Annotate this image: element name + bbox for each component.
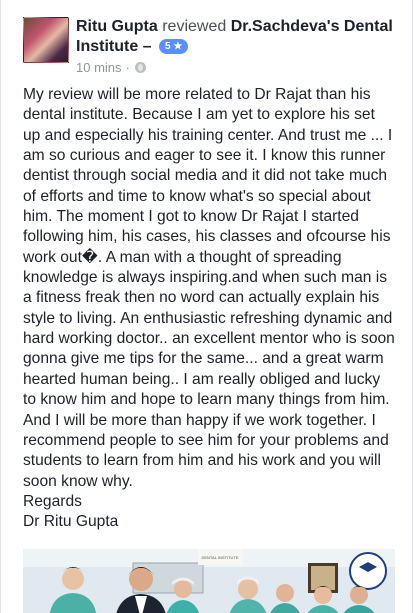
meta-separator: · [125,60,130,75]
photo-image: DENTAL INSTITUTE [23,549,395,613]
sign-text: DENTAL INSTITUTE [201,555,238,560]
author-avatar[interactable] [23,17,69,63]
post-meta: 10 mins · [76,60,146,75]
review-body: My review will be more related to Dr Raj… [23,85,395,533]
post-header: Ritu Gupta reviewed Dr.Sachdeva's Dental… [76,17,396,57]
rating-badge: 5 ★ [159,39,189,54]
review-post: Ritu Gupta reviewed Dr.Sachdeva's Dental… [0,0,413,613]
regards-text: Regards [23,492,82,510]
timestamp-link[interactable]: 10 mins [76,60,122,75]
globe-icon[interactable] [134,62,146,73]
signature-text: Dr Ritu Gupta [23,513,119,531]
attached-photo[interactable]: DENTAL INSTITUTE [23,549,395,613]
header-dash: – [138,38,152,55]
action-text: reviewed [162,18,227,35]
review-paragraph: My review will be more related to Dr Raj… [23,86,395,490]
author-name-link[interactable]: Ritu Gupta [76,18,158,35]
